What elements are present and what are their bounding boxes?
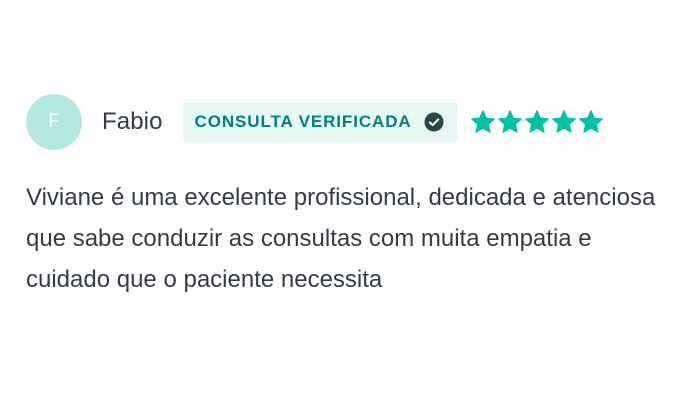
check-circle-icon [424, 112, 444, 132]
review-header: F Fabio CONSULTA VERIFICADA [26, 94, 666, 150]
star-rating [470, 109, 604, 135]
verified-badge: CONSULTA VERIFICADA [182, 102, 458, 142]
star-icon [470, 110, 495, 133]
star-icon [551, 110, 576, 133]
star-icon [578, 110, 603, 133]
review-card: F Fabio CONSULTA VERIFICADA Viviane é um… [26, 94, 666, 300]
verified-badge-label: CONSULTA VERIFICADA [194, 112, 412, 131]
author-name: Fabio [102, 108, 163, 135]
star-icon [524, 110, 549, 133]
star-icon [497, 110, 522, 133]
avatar: F [26, 94, 82, 150]
review-text: Viviane é uma excelente profissional, de… [26, 184, 656, 293]
